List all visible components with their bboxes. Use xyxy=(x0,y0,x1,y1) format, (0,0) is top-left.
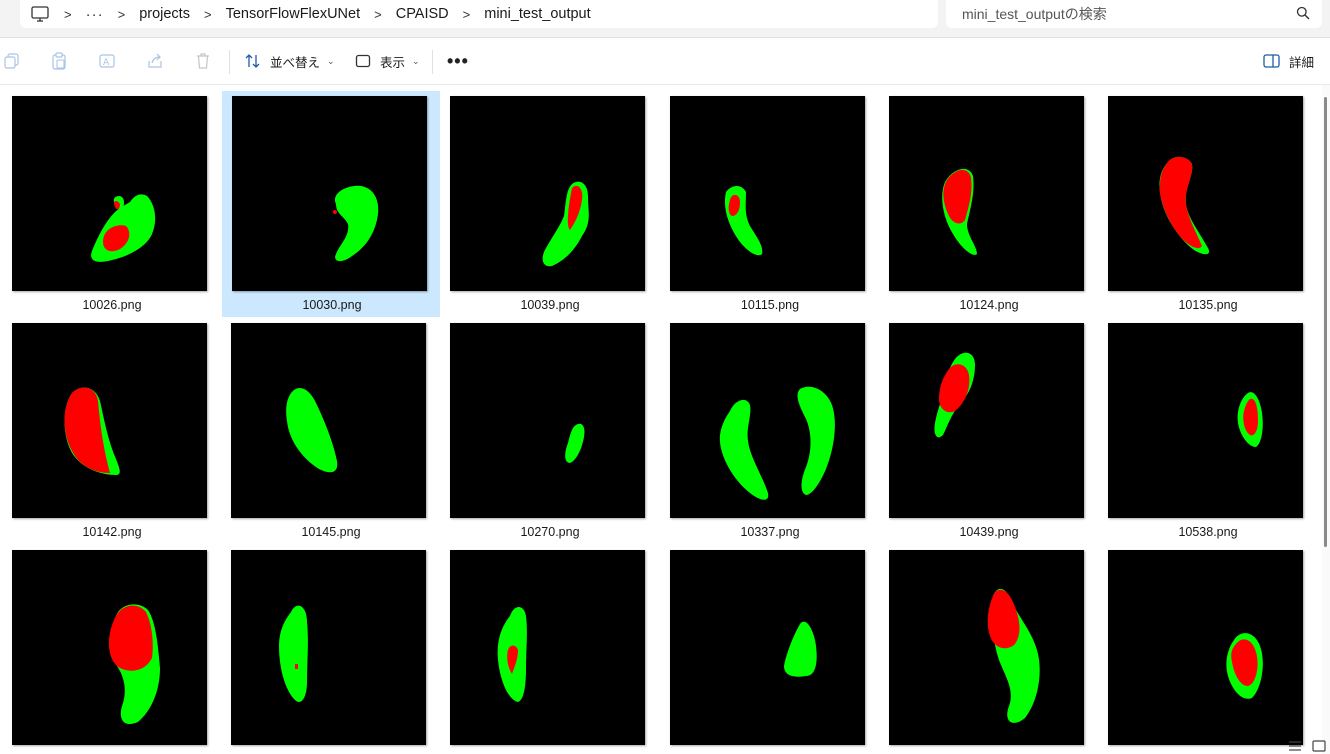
file-tile[interactable] xyxy=(877,539,1095,754)
view-mode-switcher xyxy=(1288,740,1326,752)
image-thumbnail xyxy=(1108,550,1303,745)
toolbar-divider xyxy=(432,50,433,74)
address-bar: > ··· > projects > TensorFlowFlexUNet > … xyxy=(0,0,1330,38)
chevron-right-icon: > xyxy=(117,6,126,22)
image-thumbnail xyxy=(232,96,427,291)
chevron-down-icon: ⌄ xyxy=(412,55,420,66)
file-tile[interactable]: 10270.png xyxy=(438,312,656,539)
file-name: 10039.png xyxy=(520,298,580,312)
file-tile[interactable]: 10039.png xyxy=(438,85,656,312)
svg-text:A: A xyxy=(103,58,110,68)
sort-label: 並べ替え xyxy=(270,55,321,70)
file-tile[interactable] xyxy=(658,539,876,754)
file-name: 10135.png xyxy=(1178,298,1238,312)
view-label: 表示 xyxy=(380,55,406,70)
file-name: 10142.png xyxy=(82,525,142,539)
view-button[interactable]: 表示 ⌄ xyxy=(355,48,420,74)
sort-icon xyxy=(245,54,260,68)
breadcrumb-item-cpaisd[interactable]: CPAISD xyxy=(396,6,449,22)
image-thumbnail xyxy=(12,96,207,291)
file-name: 10145.png xyxy=(301,525,361,539)
file-name: 10439.png xyxy=(959,525,1019,539)
toolbar-divider xyxy=(229,50,230,74)
image-thumbnail xyxy=(450,96,645,291)
search-placeholder: mini_test_outputの検索 xyxy=(962,6,1107,22)
file-name: 10270.png xyxy=(520,525,580,539)
delete-icon[interactable] xyxy=(194,52,212,70)
image-thumbnail xyxy=(670,323,865,518)
image-thumbnail xyxy=(889,550,1084,745)
breadcrumb[interactable]: > ··· > projects > TensorFlowFlexUNet > … xyxy=(20,0,938,28)
image-thumbnail xyxy=(1108,323,1303,518)
search-icon[interactable] xyxy=(1296,6,1310,20)
image-thumbnail xyxy=(670,96,865,291)
file-name: 10026.png xyxy=(82,298,142,312)
breadcrumb-more-button[interactable]: ··· xyxy=(86,6,104,23)
details-pane-icon xyxy=(1263,54,1280,68)
image-thumbnail xyxy=(670,550,865,745)
chevron-right-icon: > xyxy=(203,6,212,22)
file-name: 10115.png xyxy=(740,298,800,312)
command-bar: A 並べ替え ⌄ 表示 ⌄ ••• 詳細 xyxy=(0,38,1330,85)
file-tile[interactable]: 10026.png xyxy=(0,85,218,312)
view-icon xyxy=(355,54,371,68)
chevron-right-icon: > xyxy=(374,6,382,22)
file-tile[interactable]: 10538.png xyxy=(1096,312,1314,539)
file-name: 10538.png xyxy=(1178,525,1238,539)
chevron-right-icon: > xyxy=(462,6,471,22)
large-icons-view-icon[interactable] xyxy=(1312,740,1326,752)
file-tile[interactable]: 10142.png xyxy=(0,312,218,539)
image-thumbnail xyxy=(889,96,1084,291)
file-tile[interactable]: 10439.png xyxy=(877,312,1095,539)
chevron-right-icon: > xyxy=(64,6,72,22)
this-pc-icon[interactable] xyxy=(30,4,50,24)
chevron-down-icon: ⌄ xyxy=(327,55,335,66)
file-tile-selected[interactable]: 10030.png xyxy=(222,91,440,317)
file-tile[interactable] xyxy=(219,539,437,754)
file-tile[interactable]: 10337.png xyxy=(658,312,876,539)
image-thumbnail xyxy=(231,550,426,745)
breadcrumb-item-projects[interactable]: projects xyxy=(139,6,190,22)
copy-icon[interactable] xyxy=(3,52,21,70)
image-thumbnail xyxy=(12,550,207,745)
image-thumbnail xyxy=(450,550,645,745)
file-name: 10124.png xyxy=(959,298,1019,312)
more-options-button[interactable]: ••• xyxy=(447,51,469,72)
file-tile[interactable]: 10135.png xyxy=(1096,85,1314,312)
image-thumbnail xyxy=(889,323,1084,518)
paste-icon[interactable] xyxy=(50,52,68,70)
details-pane-button[interactable]: 詳細 xyxy=(1263,48,1314,74)
file-name: 10030.png xyxy=(302,298,362,312)
file-tile[interactable] xyxy=(438,539,656,754)
breadcrumb-item-tensorflowflexunet[interactable]: TensorFlowFlexUNet xyxy=(226,6,361,22)
image-thumbnail xyxy=(450,323,645,518)
file-grid: 10026.png 10030.png 10039.png 10115.png xyxy=(0,85,1322,754)
details-view-icon[interactable] xyxy=(1288,740,1302,752)
scrollbar-thumb[interactable] xyxy=(1324,97,1327,547)
search-input[interactable]: mini_test_outputの検索 xyxy=(946,0,1322,28)
file-tile[interactable] xyxy=(1096,539,1314,754)
file-tile[interactable]: 10115.png xyxy=(658,85,876,312)
rename-icon[interactable]: A xyxy=(98,52,116,70)
file-name: 10337.png xyxy=(740,525,800,539)
details-label: 詳細 xyxy=(1288,55,1314,70)
file-tile[interactable]: 10145.png xyxy=(219,312,437,539)
image-thumbnail xyxy=(1108,96,1303,291)
sort-button[interactable]: 並べ替え ⌄ xyxy=(245,48,335,74)
file-tile[interactable] xyxy=(0,539,218,754)
vertical-scrollbar[interactable] xyxy=(1322,85,1330,754)
file-tile[interactable]: 10124.png xyxy=(877,85,1095,312)
breadcrumb-item-mini-test-output[interactable]: mini_test_output xyxy=(484,6,590,22)
share-icon[interactable] xyxy=(146,52,164,70)
image-thumbnail xyxy=(231,323,426,518)
image-thumbnail xyxy=(12,323,207,518)
